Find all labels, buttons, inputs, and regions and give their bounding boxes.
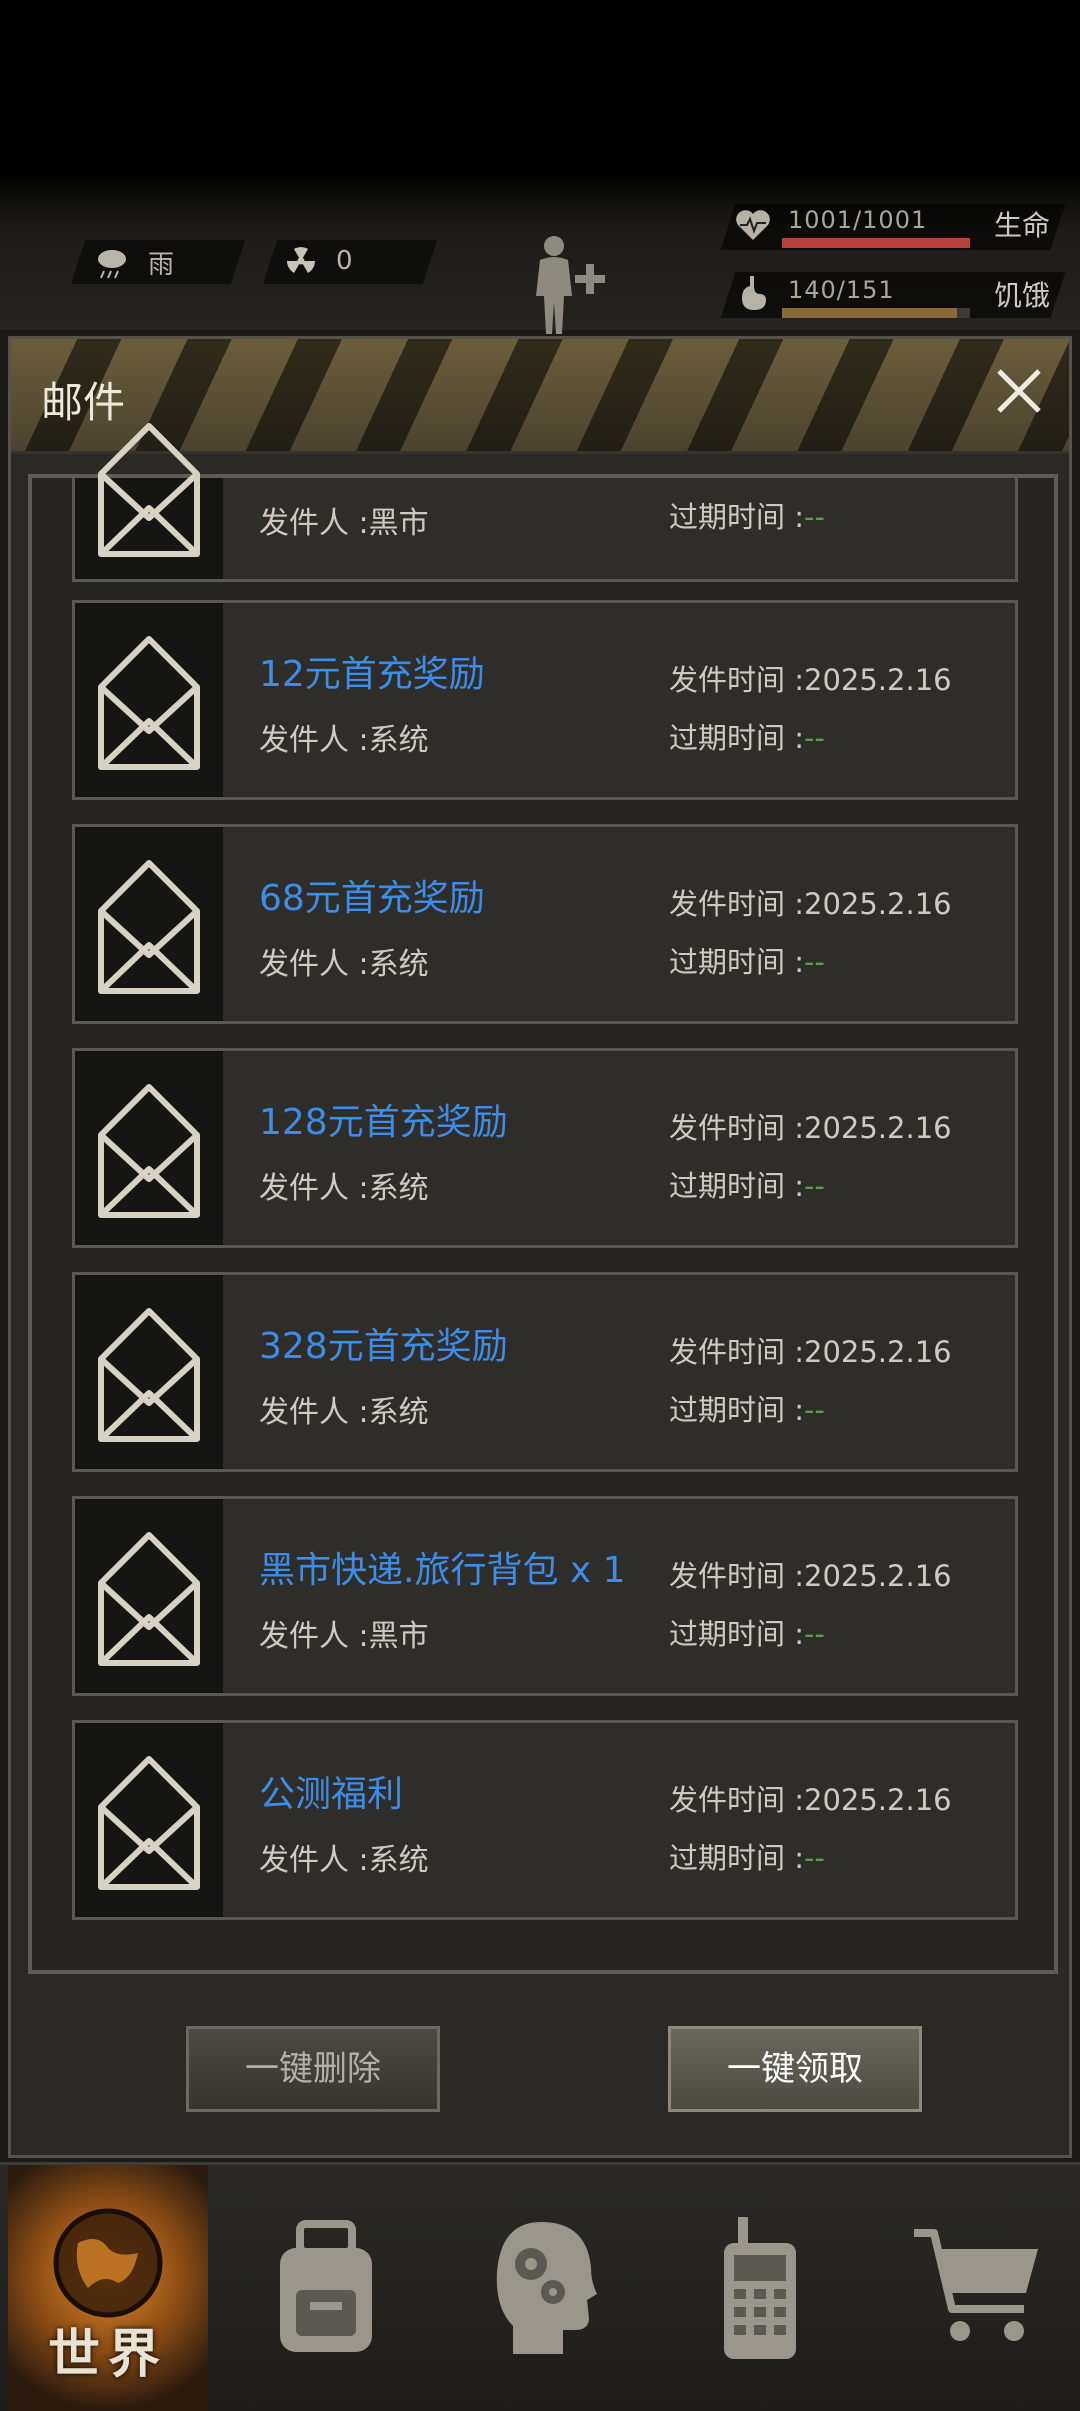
cart-icon [914,2229,1038,2341]
claim-all-button[interactable]: 一键领取 [668,2026,922,2112]
mail-sender: 发件人 :系统 [259,1171,429,1206]
mail-item[interactable]: 公测福利 发件人 :系统 发件时间 :2025.2.16 过期时间 :-- [72,1720,1018,1920]
stomach-icon [742,276,766,310]
nav-skills-tab[interactable] [446,2165,646,2411]
mail-expire: 过期时间 :-- [669,1169,825,1203]
mail-expire: 过期时间 :-- [669,945,825,979]
open-envelope-icon [98,1756,200,1890]
mail-expire: 过期时间 :-- [669,500,825,534]
mail-title: 128元首充奖励 [259,1102,508,1143]
open-envelope-icon [98,1532,200,1666]
head-gears-icon [496,2222,597,2354]
mail-item[interactable]: 68元首充奖励 发件人 :系统 发件时间 :2025.2.16 过期时间 :-- [72,824,1018,1024]
nav-shop-tab[interactable] [878,2165,1078,2411]
mail-item[interactable]: 328元首充奖励 发件人 :系统 发件时间 :2025.2.16 过期时间 :-… [72,1272,1018,1472]
mail-sent-time: 发件时间 :2025.2.16 [669,1335,952,1369]
mail-item[interactable]: 12元首充奖励 发件人 :系统 发件时间 :2025.2.16 过期时间 :-- [72,600,1018,800]
rain-cloud-icon [98,249,126,278]
mail-sender: 发件人 :黑市 [259,506,429,541]
backpack-icon [280,2220,372,2352]
health-value: 1001/1001 [788,206,928,234]
body-status-icon[interactable] [520,232,620,336]
hunger-bar [782,308,970,318]
mail-sent-time: 发件时间 :2025.2.16 [669,887,952,921]
mail-icon-box [75,603,223,797]
mail-title: 328元首充奖励 [259,1326,508,1367]
nav-world-label: 世界 [47,2325,168,2385]
radiation-icon [287,247,315,273]
mail-icon-box [75,423,223,579]
mail-sender: 发件人 :系统 [259,947,429,982]
heart-pulse-icon [736,210,770,240]
health-label: 生命 [994,209,1051,242]
health-bar [782,238,970,248]
mail-sent-time: 发件时间 :2025.2.16 [669,1783,952,1817]
mail-icon-box [75,1723,223,1917]
open-envelope-icon [98,1084,200,1218]
open-envelope-icon [98,1308,200,1442]
globe-icon [53,2208,163,2318]
nav-backpack-tab[interactable] [226,2165,426,2411]
hunger-value: 140/151 [788,276,895,304]
mail-item-partial[interactable]: 发件人 :黑市 过期时间 :-- [72,423,1018,582]
mail-icon-box [75,827,223,1021]
radio-icon [724,2217,796,2359]
mail-icon-box [75,1275,223,1469]
mail-sent-time: 发件时间 :2025.2.16 [669,1111,952,1145]
weather-indicator: 雨 [94,244,174,281]
hunger-label: 饥饿 [994,279,1051,312]
mail-icon-box [75,1499,223,1693]
nav-world-tab[interactable]: 世界 [8,2165,208,2411]
mail-sender: 发件人 :系统 [259,1843,429,1878]
nav-radio-tab[interactable] [660,2165,860,2411]
mail-sent-time: 发件时间 :2025.2.16 [669,663,952,697]
open-envelope-icon [98,860,200,994]
mail-item[interactable]: 黑市快递.旅行背包 x 1 发件人 :黑市 发件时间 :2025.2.16 过期… [72,1496,1018,1696]
mail-sender: 发件人 :系统 [259,723,429,758]
bottom-nav: 世界 [0,2162,1080,2411]
hunger-bar-fill [782,308,957,318]
mail-sender: 发件人 :系统 [259,1395,429,1430]
mail-expire: 过期时间 :-- [669,1841,825,1875]
mail-title: 公测福利 [259,1774,404,1815]
weather-label: 雨 [148,250,175,280]
mail-sent-time: 发件时间 :2025.2.16 [669,1559,952,1593]
open-envelope-icon [98,423,200,557]
health-bar-fill [782,238,970,248]
mail-sender: 发件人 :黑市 [259,1619,429,1654]
radiation-indicator: 0 [284,244,353,278]
open-envelope-icon [98,636,200,770]
mail-expire: 过期时间 :-- [669,1617,825,1651]
delete-all-button[interactable]: 一键删除 [186,2026,440,2112]
mail-expire: 过期时间 :-- [669,721,825,755]
mail-icon-box [75,1051,223,1245]
mail-title: 68元首充奖励 [259,878,485,919]
mail-item[interactable]: 128元首充奖励 发件人 :系统 发件时间 :2025.2.16 过期时间 :-… [72,1048,1018,1248]
mail-title: 黑市快递.旅行背包 x 1 [259,1550,626,1591]
mail-title: 12元首充奖励 [259,654,485,695]
mail-expire: 过期时间 :-- [669,1393,825,1427]
close-icon[interactable] [989,361,1049,421]
radiation-value: 0 [336,246,353,276]
